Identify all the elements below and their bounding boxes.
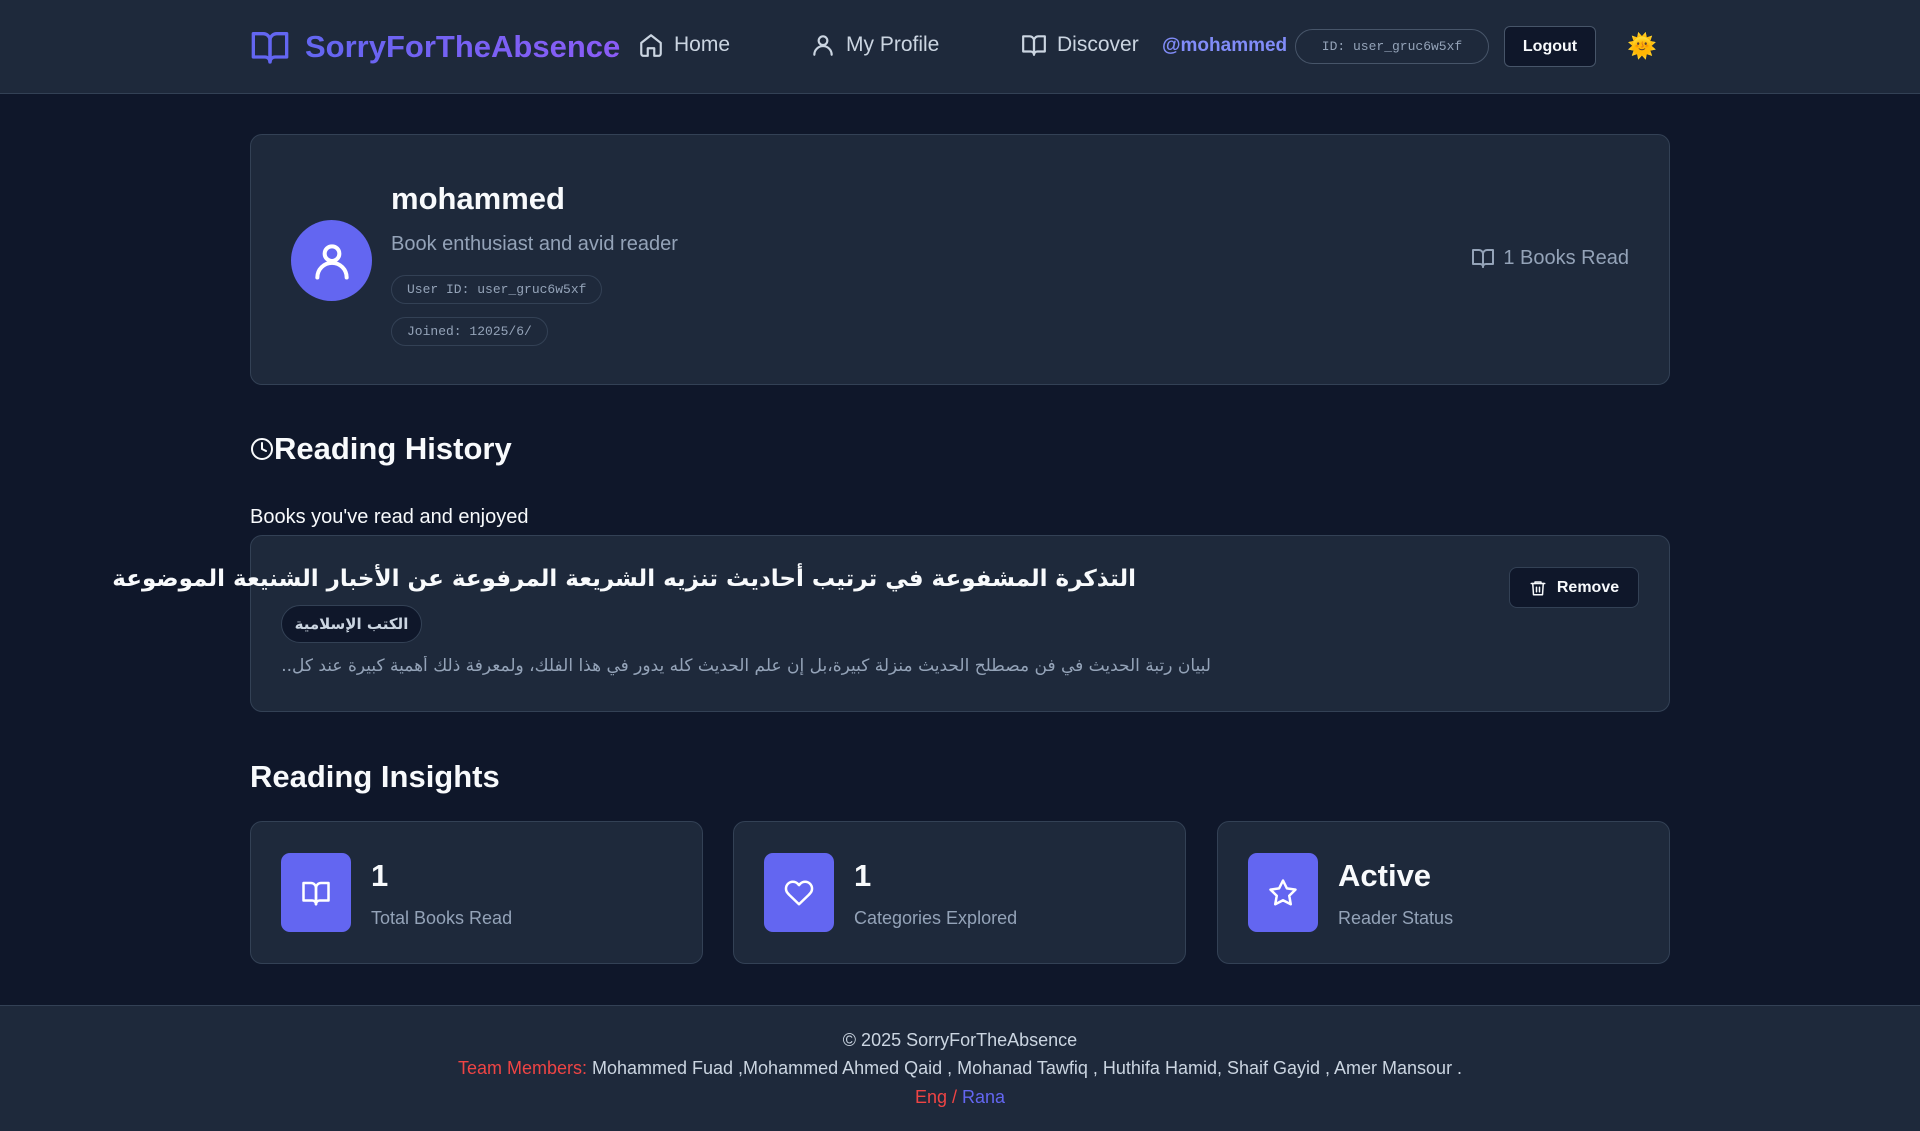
- trash-icon: [1530, 580, 1546, 595]
- reading-history-title: Reading History: [274, 431, 512, 466]
- nav-my-profile-label: My Profile: [846, 33, 940, 56]
- star-icon: [1269, 878, 1297, 905]
- home-icon: [640, 34, 662, 57]
- user-id-badge: ID: user_gruc6w5xf: [1295, 29, 1489, 64]
- team-names: Mohammed Fuad ,Mohammed Ahmed Qaid , Moh…: [586, 1058, 1463, 1078]
- nav-home-label: Home: [674, 33, 731, 56]
- history-book-card: التذكرة المشفوعة في ترتيب أحاديث تنزيه ا…: [112, 535, 1670, 712]
- clock-icon: [251, 438, 273, 460]
- top-navbar: SorryForTheAbsence Home My Profile Disco…: [0, 0, 1920, 94]
- nav-discover[interactable]: Discover: [1021, 32, 1139, 58]
- book-open-icon: [251, 31, 289, 64]
- insight-label: Reader Status: [1338, 908, 1454, 928]
- reading-insights-title: Reading Insights: [250, 759, 500, 794]
- insight-icon-box: [1248, 853, 1318, 932]
- user-icon: [813, 35, 833, 56]
- nav-discover-label: Discover: [1057, 33, 1139, 56]
- brand-name: SorryForTheAbsence: [305, 29, 621, 64]
- footer-copyright: © 2025 SorryForTheAbsence: [842, 1030, 1078, 1050]
- book-open-icon: [302, 881, 330, 905]
- reading-history-subtitle: Books you've read and enjoyed: [250, 506, 529, 528]
- footer-engineer: Eng / Rana: [0, 1087, 1920, 1108]
- profile-joined-date: Joined: 12025/6/: [391, 317, 548, 346]
- theme-toggle-sun-icon[interactable]: 🌞: [1627, 32, 1657, 62]
- books-read-label: 1 Books Read: [1503, 246, 1629, 269]
- insight-value: Active: [1338, 858, 1432, 893]
- nav-my-profile[interactable]: My Profile: [810, 32, 939, 58]
- team-label: Team Members:: [457, 1058, 587, 1078]
- insight-value: 1: [371, 858, 389, 893]
- heart-icon: [784, 880, 814, 905]
- insight-card-total-books: 1 Total Books Read: [250, 821, 703, 964]
- brand-logo[interactable]: SorryForTheAbsence: [250, 27, 620, 67]
- nav-home[interactable]: Home: [638, 32, 730, 58]
- book-title[interactable]: التذكرة المشفوعة في ترتيب أحاديث تنزيه ا…: [112, 566, 1136, 592]
- insight-icon-box: [281, 853, 351, 932]
- remove-button-label: Remove: [1556, 578, 1620, 596]
- eng-name: Rana: [956, 1087, 1006, 1107]
- insight-card-categories: 1 Categories Explored: [733, 821, 1186, 964]
- insight-card-reader-status: Active Reader Status: [1217, 821, 1670, 964]
- book-description: لبيان رتبة الحديث في فن مصطلح الحديث منز…: [281, 656, 1211, 676]
- profile-name: mohammed: [391, 181, 565, 216]
- profile-bio: Book enthusiast and avid reader: [391, 233, 678, 255]
- profile-card: mohammed Book enthusiast and avid reader…: [250, 134, 1670, 385]
- insight-label: Categories Explored: [854, 908, 1018, 928]
- insight-label: Total Books Read: [371, 908, 513, 928]
- footer-team: Team Members: Mohammed Fuad ,Mohammed Ah…: [0, 1058, 1920, 1079]
- insight-icon-box: [764, 853, 834, 932]
- profile-user-id: User ID: user_gruc6w5xf: [391, 275, 603, 304]
- insight-value: 1: [854, 858, 872, 893]
- category-badge: الكتب الإسلامية: [281, 605, 422, 643]
- footer: © 2025 SorryForTheAbsence Team Members: …: [0, 1005, 1920, 1131]
- eng-label: Eng /: [914, 1087, 957, 1107]
- books-read-count: 1 Books Read: [1471, 246, 1629, 270]
- remove-button[interactable]: Remove: [1509, 567, 1639, 608]
- avatar: [291, 220, 372, 301]
- book-open-icon: [1472, 249, 1495, 268]
- username-link[interactable]: @mohammed: [1162, 35, 1287, 57]
- book-open-icon: [1022, 35, 1046, 56]
- reading-history-heading: Reading History: [250, 431, 512, 467]
- user-icon: [314, 243, 349, 280]
- logout-button[interactable]: Logout: [1504, 26, 1596, 67]
